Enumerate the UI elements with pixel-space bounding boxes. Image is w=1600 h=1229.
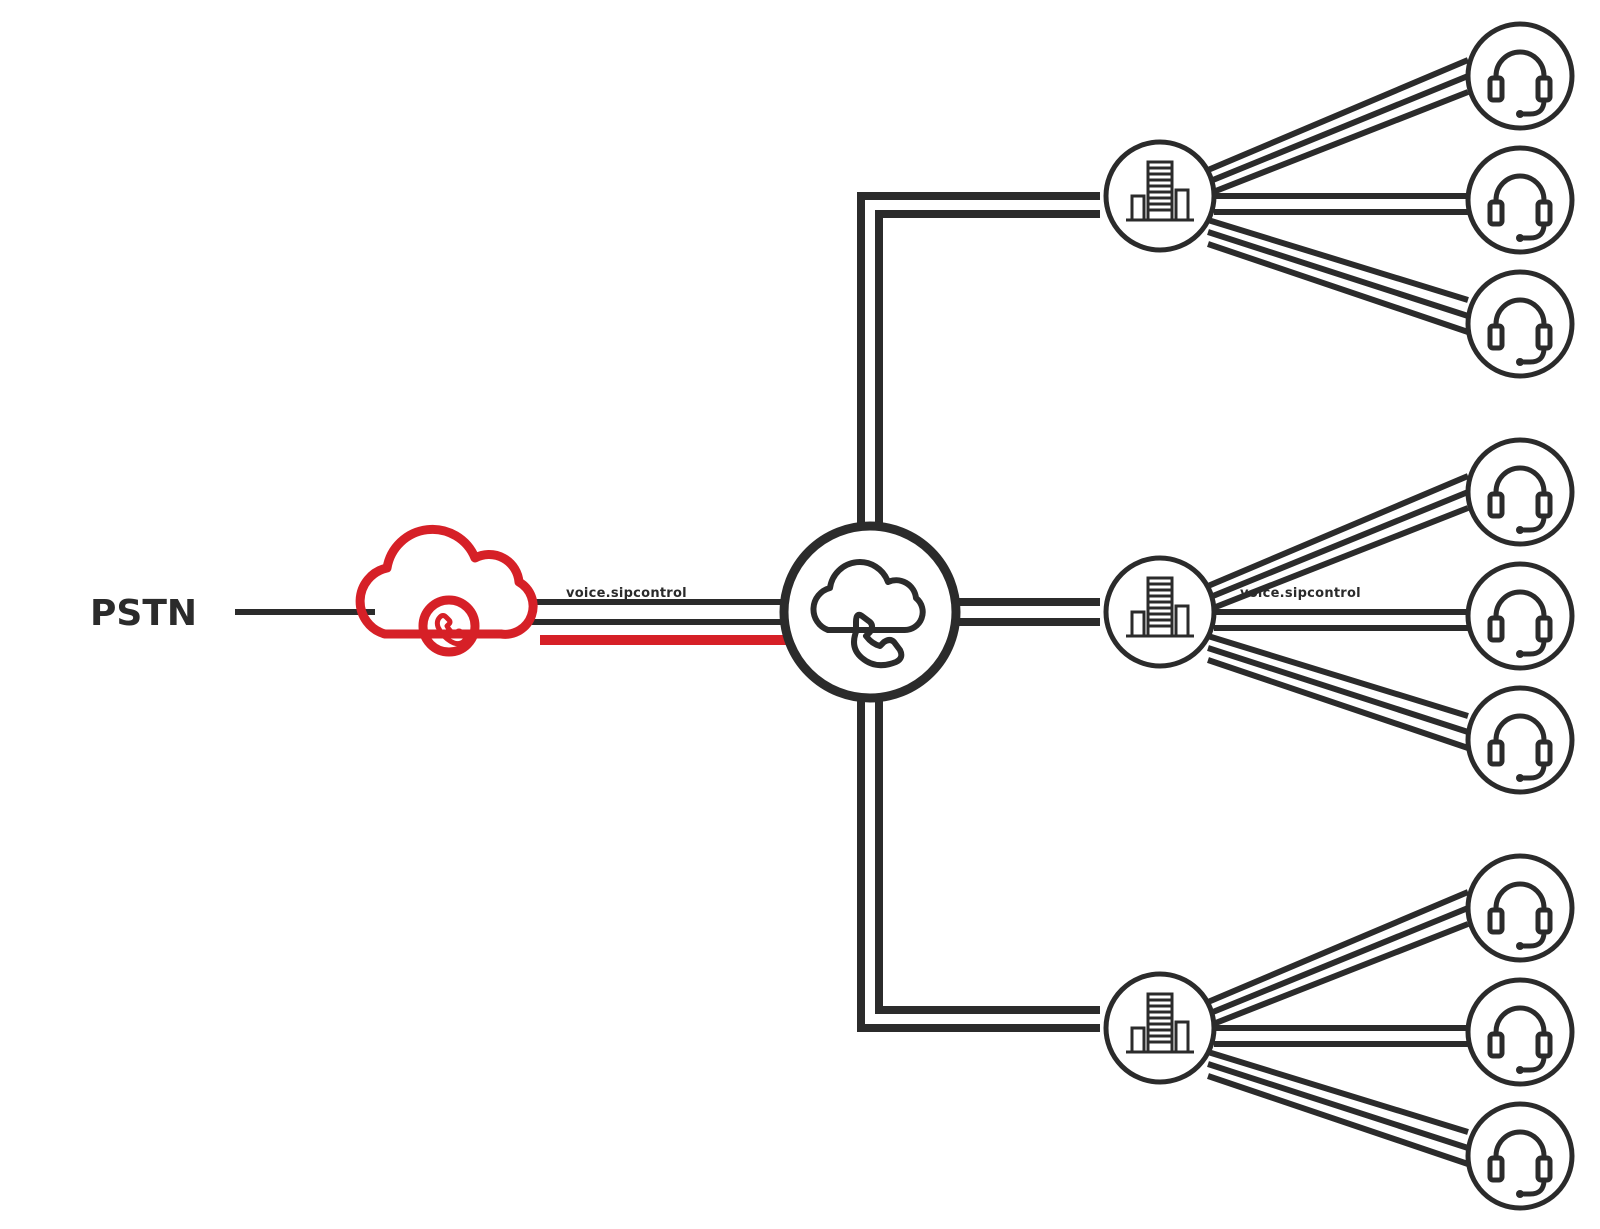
site-node-3: [1106, 974, 1214, 1082]
endpoint-3-2: [1468, 980, 1572, 1084]
endpoint-2-1: [1468, 440, 1572, 544]
endpoint-1-1: [1468, 24, 1572, 128]
endpoint-1-2: [1468, 148, 1572, 252]
connection-label-2: voice.sipcontrol: [1240, 586, 1361, 601]
pstn-label: PSTN: [90, 593, 197, 634]
edge-cloud-pbx: [530, 602, 795, 640]
edge-site2-endpoints: [1208, 476, 1468, 748]
telephony-cloud-icon: [360, 529, 533, 652]
edge-site3-endpoints: [1208, 892, 1468, 1164]
endpoint-2-2: [1468, 564, 1572, 668]
edge-site1-endpoints: [1208, 60, 1468, 332]
site-node-2: [1106, 558, 1214, 666]
endpoint-1-3: [1468, 272, 1572, 376]
endpoint-3-1: [1468, 856, 1572, 960]
endpoint-3-3: [1468, 1104, 1572, 1208]
connection-label-1: voice.sipcontrol: [566, 586, 687, 601]
site-node-1: [1106, 142, 1214, 250]
endpoint-2-3: [1468, 688, 1572, 792]
cloud-pbx-icon: [784, 526, 956, 698]
